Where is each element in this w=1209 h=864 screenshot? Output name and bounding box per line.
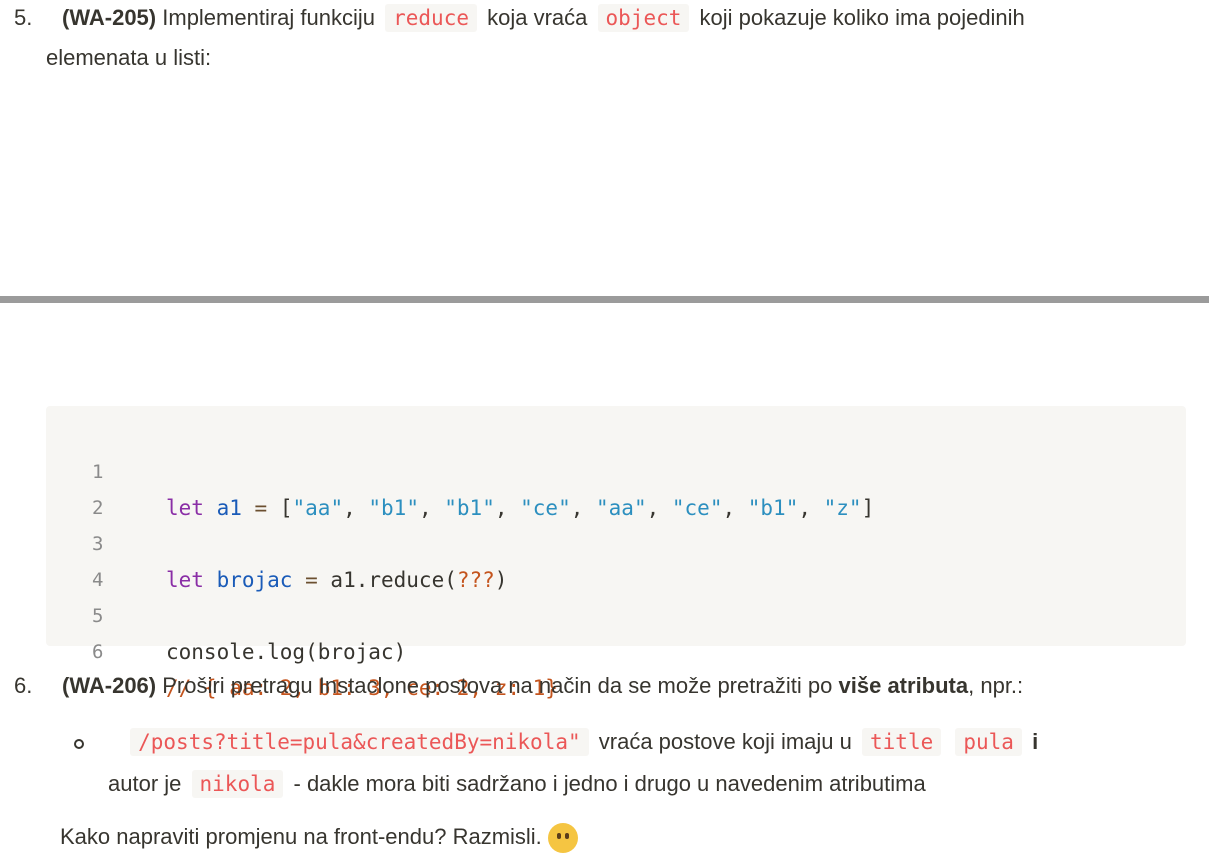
- item-6-number: 6.: [14, 673, 33, 698]
- line-number: 6: [92, 641, 104, 663]
- code-title: title: [862, 728, 942, 756]
- code-pula: pula: [955, 728, 1022, 756]
- code-object: object: [597, 4, 690, 32]
- item-5-line2: elemenata u listi:: [46, 45, 212, 70]
- item-6-sub: /posts?title=pula&createdBy=nikola" vrać…: [74, 722, 1038, 762]
- item-6-sub-line2: autor je nikola - dakle mora biti sadrža…: [108, 764, 926, 804]
- thinking-face-icon: [547, 823, 578, 854]
- item-6-sub-text2: autor je: [108, 771, 182, 796]
- item-6-bold: više atributa: [838, 673, 969, 698]
- item-5-id: (WA-205): [62, 5, 157, 30]
- item-5-text3: koji pokazuje koliko ima pojedinih: [699, 5, 1025, 30]
- item-6-id: (WA-206): [62, 673, 157, 698]
- bullet-icon: [74, 739, 84, 749]
- closing-question: Kako napraviti promjenu na front-endu? R…: [60, 817, 578, 857]
- code-line-5: 5 console.log(brojac): [46, 562, 1186, 664]
- console-log: console.log(brojac): [166, 640, 407, 664]
- horizontal-divider: [0, 296, 1209, 303]
- item-5: 5. (WA-205) Implementiraj funkciju reduce…: [14, 0, 1025, 38]
- item-5-number: 5.: [14, 5, 33, 30]
- item-6-text2: , npr.:: [968, 673, 1024, 698]
- code-reduce: reduce: [385, 4, 477, 32]
- code-line-1: 1 let a1 = ["aa", "b1", "b1", "ce", "aa"…: [46, 418, 1186, 520]
- code-nikola: nikola: [191, 770, 284, 798]
- item-6-sub-text3: - dakle mora biti sadržano i jedno i dru…: [293, 771, 926, 796]
- code-line-3: 3 let brojac = a1.reduce(???): [46, 490, 1186, 592]
- code-line-6: 6 // { aa: 2, b1: 3, ce: 2, z: 1}: [46, 598, 1186, 700]
- item-6-text1: Proširi pretragu Instaclone postova na n…: [162, 673, 833, 698]
- code-line-4: 4: [46, 526, 1186, 591]
- item-6-sub-bold: i: [1032, 729, 1039, 754]
- item-5-text2: koja vraća: [487, 5, 588, 30]
- item-6: 6. (WA-206) Proširi pretragu Instaclone p…: [14, 666, 1023, 706]
- closing-text: Kako napraviti promjenu na front-endu? R…: [60, 824, 542, 849]
- code-posts-url: /posts?title=pula&createdBy=nikola": [130, 728, 589, 756]
- item-6-sub-text1: vraća postove koji imaju u: [598, 729, 852, 754]
- code-line-2: 2: [46, 454, 1186, 519]
- item-5-text1: Implementiraj funkciju: [162, 5, 375, 30]
- code-block: 1 let a1 = ["aa", "b1", "b1", "ce", "aa"…: [46, 406, 1186, 700]
